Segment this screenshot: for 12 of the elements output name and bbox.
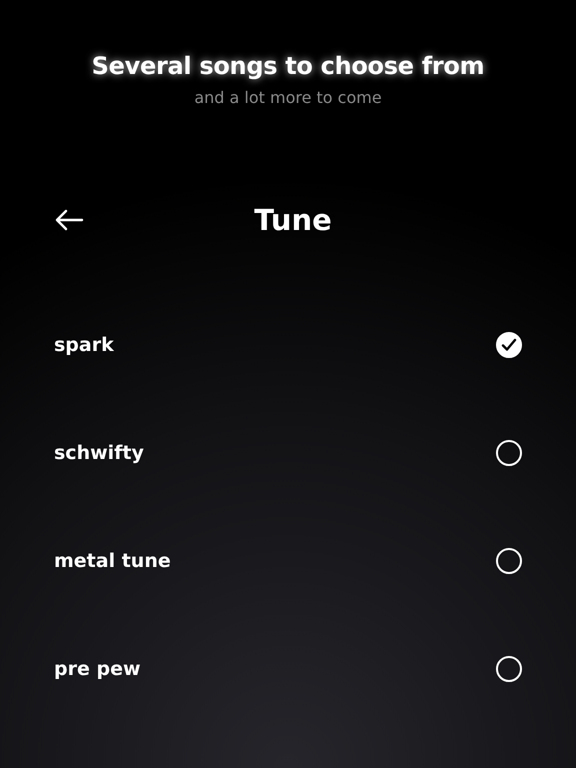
checked-radio-icon[interactable] (496, 332, 522, 358)
song-option[interactable]: spark (54, 334, 114, 356)
radio-button[interactable] (496, 656, 522, 682)
back-arrow-icon (54, 209, 84, 231)
radio-button[interactable] (496, 548, 522, 574)
radio-button[interactable] (496, 440, 522, 466)
headline-subtitle: and a lot more to come (194, 88, 382, 107)
song-option[interactable]: pre pew (54, 658, 141, 680)
headline-title: Several songs to choose from (92, 52, 484, 80)
song-option[interactable]: schwifty (54, 442, 144, 464)
screen-title: Tune (254, 203, 332, 237)
song-option[interactable]: metal tune (54, 550, 171, 572)
